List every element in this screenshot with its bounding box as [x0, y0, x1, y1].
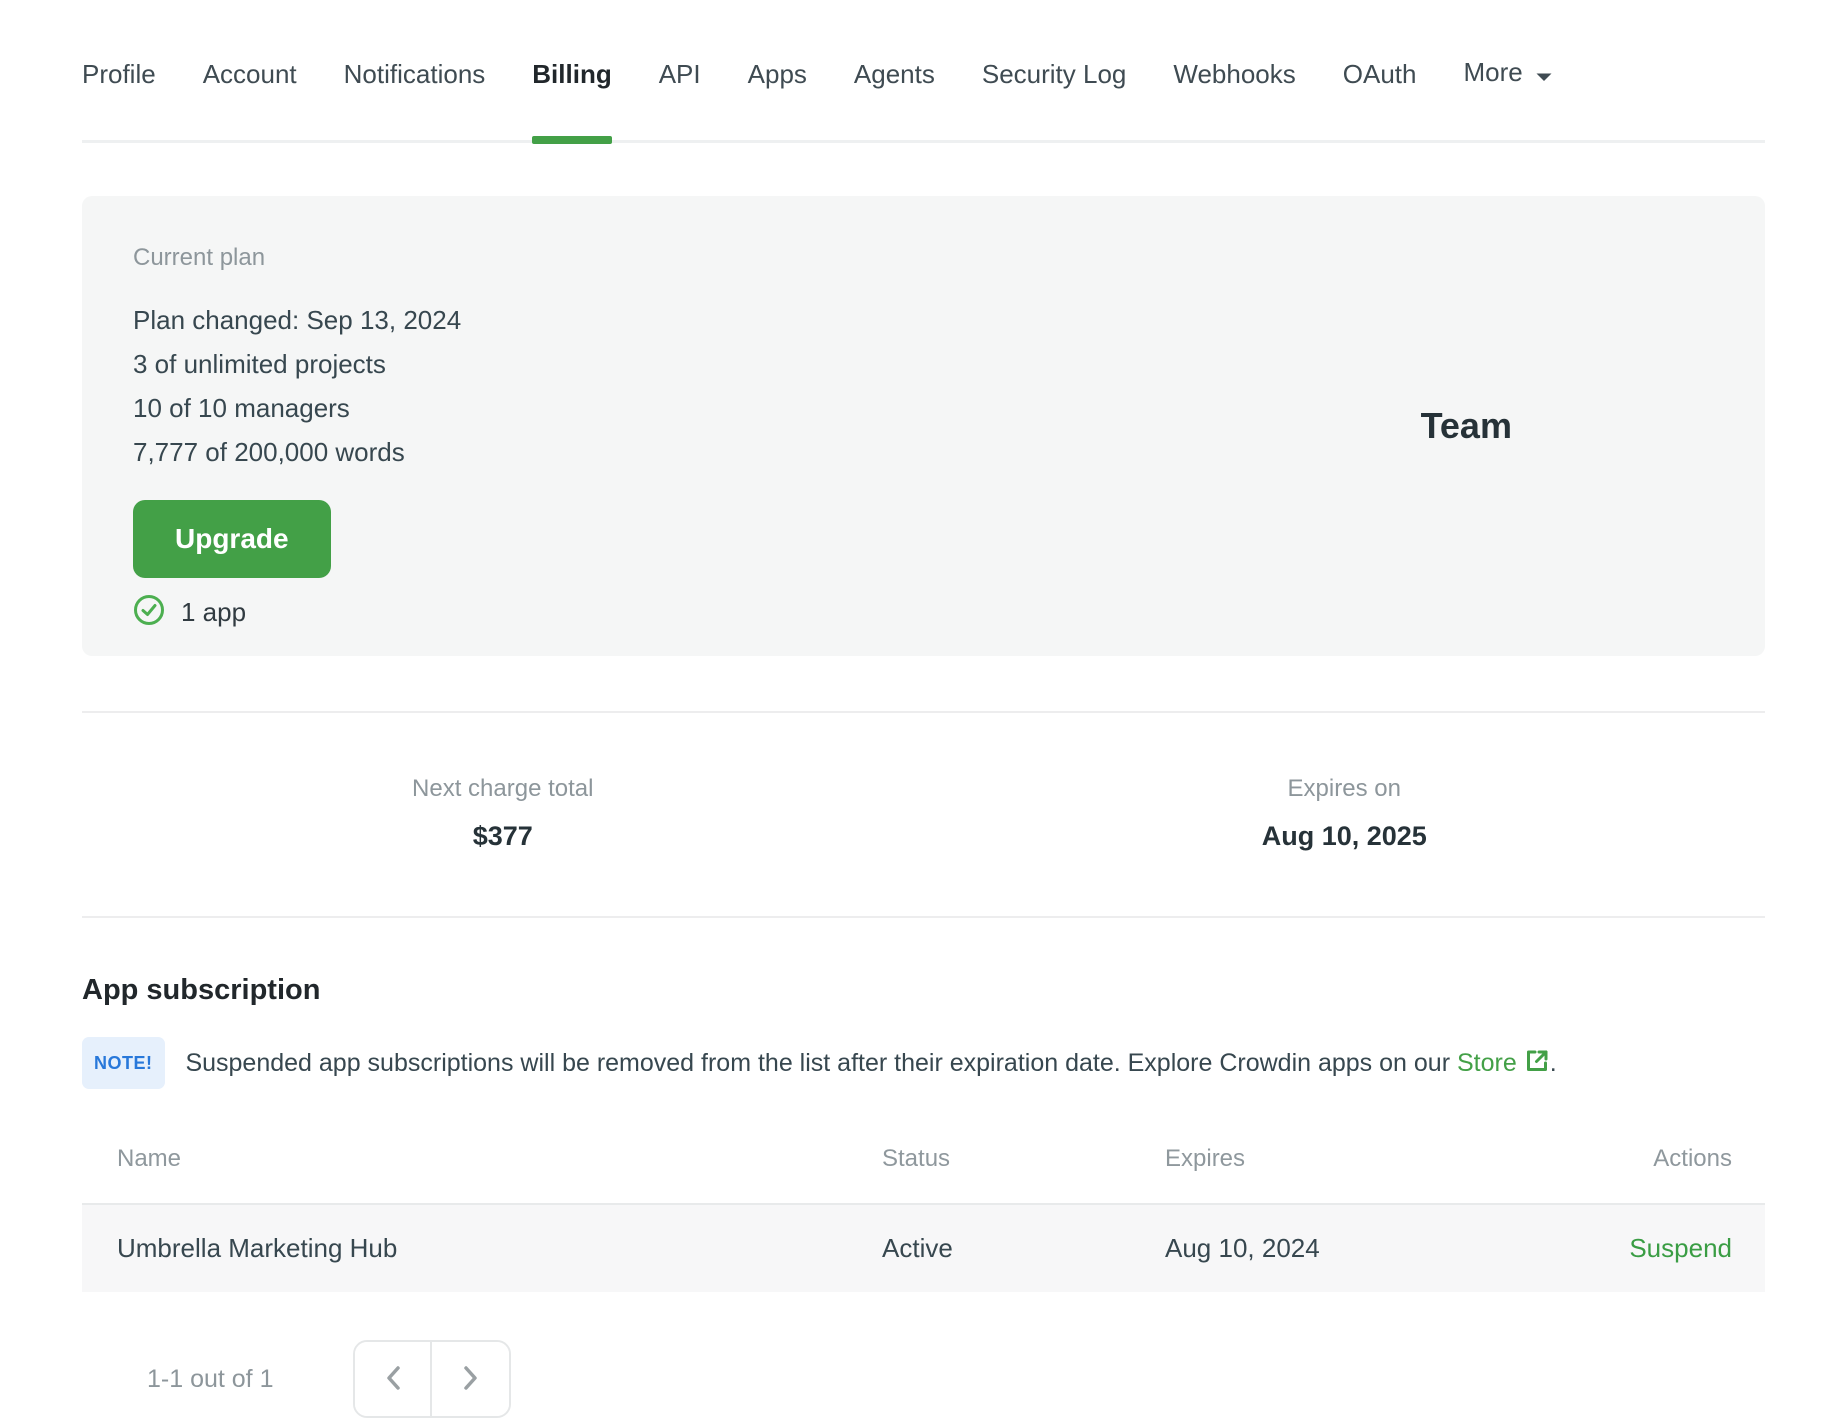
tab-label: Webhooks: [1173, 59, 1296, 89]
tab-label: Security Log: [981, 59, 1127, 89]
tab-label: Profile: [82, 59, 156, 89]
chevron-down-icon: [1535, 59, 1553, 90]
next-charge-label: Next charge total: [412, 775, 594, 802]
pager-buttons: [353, 1340, 512, 1418]
tab-oauth[interactable]: OAuth: [1343, 59, 1417, 140]
current-plan-label: Current plan: [133, 244, 266, 271]
next-charge-value: $377: [472, 821, 533, 851]
suspend-link[interactable]: Suspend: [1629, 1233, 1732, 1263]
billing-summary: Next charge total $377 Expires on Aug 10…: [82, 713, 1765, 916]
plan-usage-lines: Plan changed: Sep 13, 2024 3 of unlimite…: [133, 298, 1168, 474]
note-suffix: .: [1549, 1049, 1557, 1077]
current-plan-card: Current plan Plan changed: Sep 13, 2024 …: [82, 196, 1765, 656]
tab-label: Agents: [853, 59, 935, 89]
chevron-left-icon: [385, 1364, 401, 1395]
header-expires: Expires: [1165, 1145, 1246, 1172]
store-link-label: Store: [1456, 1049, 1517, 1077]
tab-label: Notifications: [343, 59, 486, 89]
words-usage-line: 7,777 of 200,000 words: [133, 437, 405, 467]
tab-label: OAuth: [1342, 59, 1417, 89]
row-status: Active: [882, 1233, 953, 1263]
note-text: Suspended app subscriptions will be remo…: [185, 1049, 1451, 1077]
tab-label: Account: [202, 59, 297, 89]
header-actions: Actions: [1653, 1145, 1732, 1172]
tab-account[interactable]: Account: [203, 59, 297, 140]
store-link[interactable]: Store: [1457, 1049, 1550, 1077]
tab-profile[interactable]: Profile: [82, 59, 156, 140]
pagination: 1-1 out of 1: [82, 1340, 1765, 1418]
tab-agents[interactable]: Agents: [854, 59, 935, 140]
tab-label: Billing: [532, 59, 612, 89]
app-subscription-title: App subscription: [82, 974, 321, 1006]
plan-name: Team: [1420, 405, 1512, 446]
header-status: Status: [882, 1145, 951, 1172]
subscription-note: NOTE! Suspended app subscriptions will b…: [82, 1037, 1765, 1089]
tab-security-log[interactable]: Security Log: [982, 59, 1127, 140]
tab-label: More: [1463, 57, 1523, 87]
tab-notifications[interactable]: Notifications: [344, 59, 486, 140]
row-expires: Aug 10, 2024: [1165, 1233, 1320, 1263]
previous-page-button[interactable]: [355, 1342, 433, 1416]
tab-webhooks[interactable]: Webhooks: [1173, 59, 1295, 140]
next-page-button[interactable]: [432, 1342, 510, 1416]
upgrade-button[interactable]: Upgrade: [133, 500, 331, 578]
managers-usage-line: 10 of 10 managers: [133, 393, 350, 423]
apps-count-row: 1 app: [133, 594, 1168, 631]
row-name: Umbrella Marketing Hub: [117, 1233, 398, 1263]
settings-tabbar: Profile Account Notifications Billing AP…: [82, 0, 1765, 144]
divider: [82, 916, 1765, 918]
tab-apps[interactable]: Apps: [748, 59, 807, 140]
settings-page: Profile Account Notifications Billing AP…: [0, 0, 1847, 1418]
plan-name-panel: Team: [1168, 196, 1765, 656]
apps-count-label: 1 app: [181, 597, 247, 627]
next-charge-block: Next charge total $377: [82, 775, 924, 852]
external-link-icon: [1524, 1050, 1550, 1080]
tab-billing[interactable]: Billing: [532, 59, 613, 144]
tab-label: Apps: [747, 59, 807, 89]
note-badge: NOTE!: [82, 1037, 165, 1089]
tab-label: API: [658, 59, 701, 89]
plan-details: Current plan Plan changed: Sep 13, 2024 …: [82, 196, 1168, 656]
expires-on-label: Expires on: [1287, 775, 1401, 802]
subscriptions-table: Name Status Expires Actions Umbrella Mar…: [82, 1129, 1765, 1292]
table-row: Umbrella Marketing Hub Active Aug 10, 20…: [82, 1205, 1765, 1292]
pagination-summary: 1-1 out of 1: [147, 1364, 274, 1393]
chevron-right-icon: [463, 1364, 479, 1395]
projects-usage-line: 3 of unlimited projects: [133, 349, 386, 379]
expires-on-value: Aug 10, 2025: [1261, 821, 1427, 851]
expires-on-block: Expires on Aug 10, 2025: [924, 775, 1766, 852]
tab-api[interactable]: API: [659, 59, 701, 140]
check-circle-icon: [133, 594, 165, 631]
header-name: Name: [117, 1145, 182, 1172]
plan-changed-line: Plan changed: Sep 13, 2024: [133, 305, 462, 335]
table-header-row: Name Status Expires Actions: [82, 1129, 1765, 1205]
tab-more[interactable]: More: [1463, 55, 1552, 140]
